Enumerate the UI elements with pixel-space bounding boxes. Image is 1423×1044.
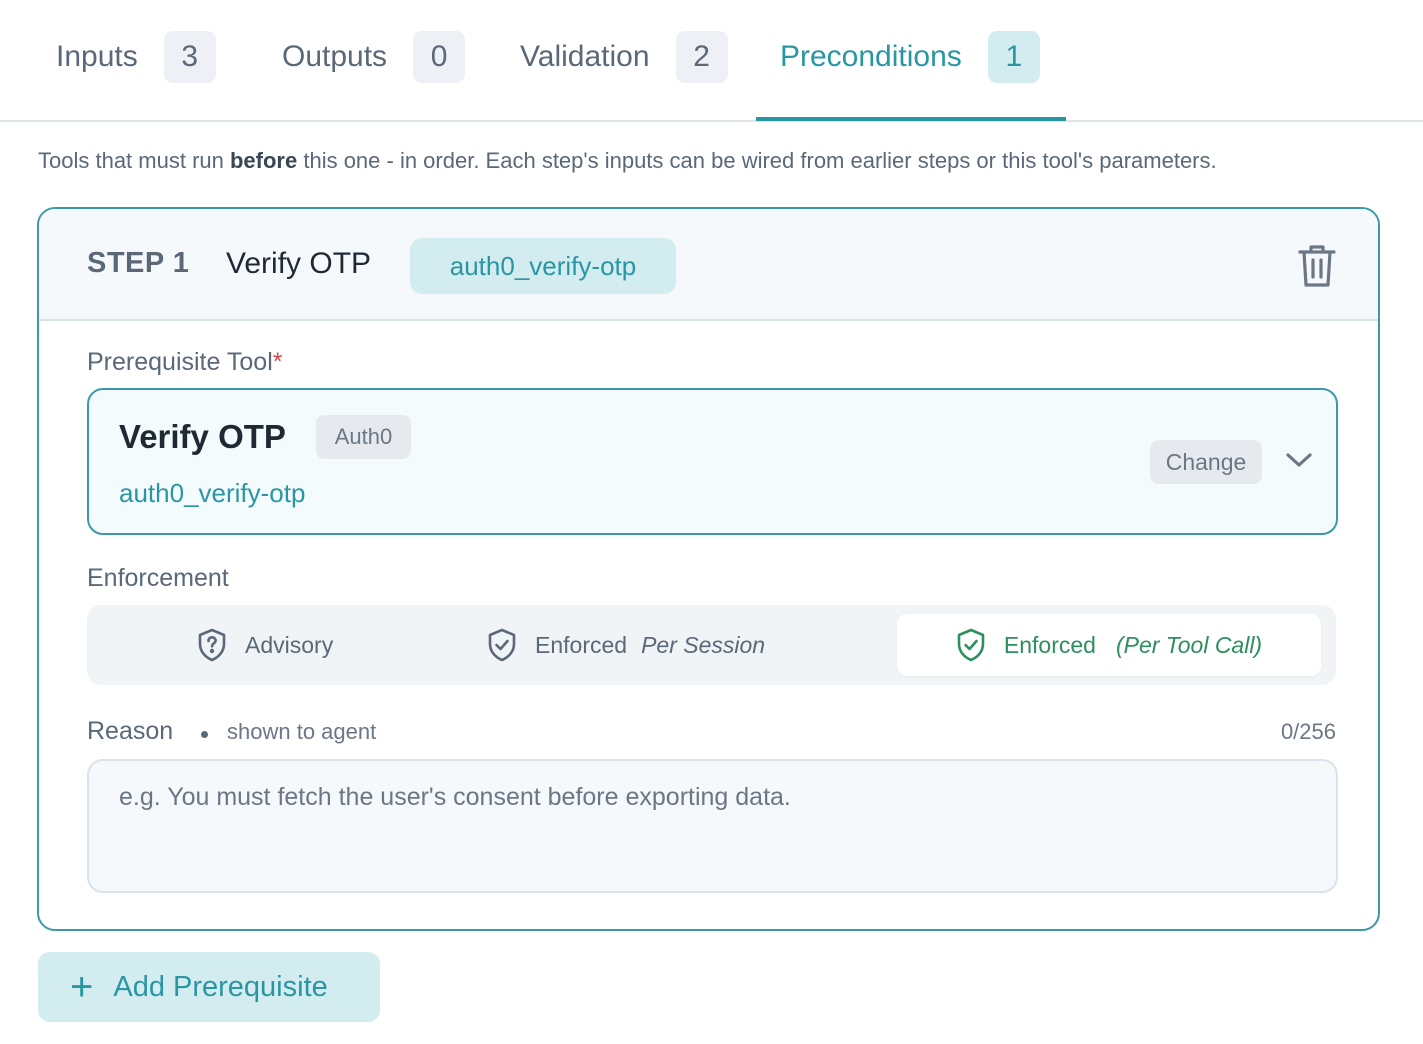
tab-count-badge: 1 xyxy=(987,31,1040,83)
prerequisite-tool-label: Prerequisite Tool* xyxy=(87,348,283,377)
reason-textarea[interactable] xyxy=(87,759,1338,893)
provider-badge: Auth0 xyxy=(316,415,411,459)
separator-dot xyxy=(201,731,208,738)
enforcement-option-per-tool-call[interactable]: Enforced (Per Tool Call) xyxy=(897,614,1321,676)
trash-icon[interactable] xyxy=(1297,243,1337,289)
tab-bar: Inputs 3 Outputs 0 Validation 2 Precondi… xyxy=(0,0,1423,122)
prerequisite-tool-select[interactable]: Verify OTP Auth0 auth0_verify-otp Change xyxy=(87,388,1338,535)
option-label: Advisory xyxy=(245,631,334,658)
tab-preconditions[interactable]: Preconditions 1 xyxy=(780,30,1040,84)
shield-question-icon xyxy=(198,628,226,662)
description-text: this one - in order. Each step's inputs … xyxy=(297,148,1217,173)
selected-tool-slug: auth0_verify-otp xyxy=(119,478,306,508)
option-sublabel: (Per Tool Call) xyxy=(1115,631,1263,658)
description-text: Tools that must run xyxy=(38,148,230,173)
step-number: STEP 1 xyxy=(87,247,190,279)
step-card: STEP 1 Verify OTP auth0_verify-otp Prere… xyxy=(37,207,1380,931)
tab-count-badge: 0 xyxy=(413,31,466,83)
tab-inputs[interactable]: Inputs 3 xyxy=(56,30,216,84)
character-counter: 0/256 xyxy=(1280,719,1336,744)
label-text: Prerequisite Tool xyxy=(87,348,273,376)
shield-check-icon xyxy=(957,628,985,662)
shield-check-icon xyxy=(488,628,516,662)
tab-count-badge: 3 xyxy=(163,31,216,83)
add-prerequisite-button[interactable]: + Add Prerequisite xyxy=(38,952,380,1022)
enforcement-option-per-session[interactable]: Enforced Per Session xyxy=(487,614,765,676)
reason-label: Reason xyxy=(87,717,174,745)
plus-icon: + xyxy=(70,965,94,1009)
option-label: Enforced xyxy=(535,631,628,658)
tab-label: Inputs xyxy=(56,40,138,73)
selected-tool-name: Verify OTP xyxy=(119,418,286,455)
enforcement-label: Enforcement xyxy=(87,564,229,592)
chevron-down-icon[interactable] xyxy=(1285,450,1313,470)
enforcement-segmented-control: Advisory Enforced Per Session Enforced (… xyxy=(87,605,1336,685)
option-sublabel: Per Session xyxy=(641,631,766,658)
tab-label: Outputs xyxy=(282,40,388,73)
description-emphasis: before xyxy=(229,148,298,173)
step-header: STEP 1 Verify OTP auth0_verify-otp xyxy=(39,209,1378,321)
active-tab-indicator xyxy=(756,117,1066,121)
tab-label: Validation xyxy=(520,40,650,73)
change-tool-button[interactable]: Change xyxy=(1150,440,1262,484)
step-slug-chip: auth0_verify-otp xyxy=(410,238,676,294)
add-prerequisite-label: Add Prerequisite xyxy=(113,970,328,1003)
option-label: Enforced xyxy=(1003,631,1096,658)
tab-count-badge: 2 xyxy=(675,31,728,83)
tab-label: Preconditions xyxy=(780,40,962,73)
tab-validation[interactable]: Validation 2 xyxy=(520,30,728,84)
preconditions-description: Tools that must run before this one - in… xyxy=(38,148,1217,174)
reason-header: Reason shown to agent 0/256 xyxy=(87,717,1336,751)
reason-hint: shown to agent xyxy=(227,719,377,744)
required-marker: * xyxy=(272,348,283,376)
enforcement-option-advisory[interactable]: Advisory xyxy=(197,614,333,676)
tab-outputs[interactable]: Outputs 0 xyxy=(282,30,466,84)
step-name: Verify OTP xyxy=(226,247,372,280)
